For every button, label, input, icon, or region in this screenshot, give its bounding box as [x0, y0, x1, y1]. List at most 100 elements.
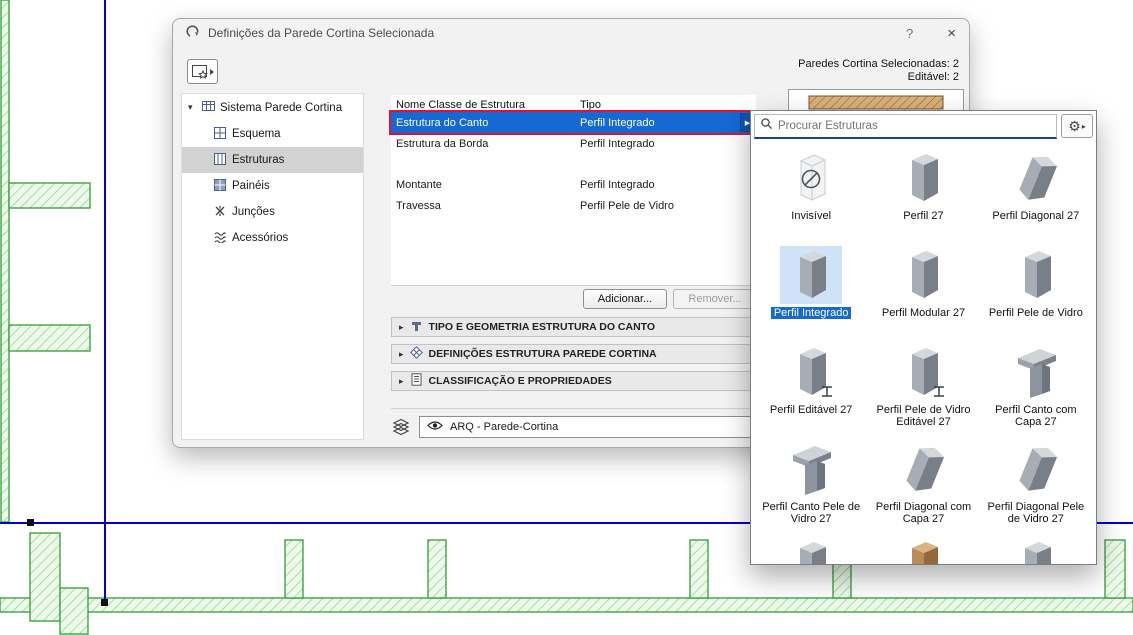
structure-option[interactable]: Perfil Canto com Capa 27 — [981, 339, 1091, 436]
tree-root-label: Sistema Parede Cortina — [220, 101, 343, 114]
structure-class-name: Estrutura do Canto — [396, 116, 489, 129]
structure-option[interactable]: Perfil Pele de Vidro Editável 27 — [868, 339, 978, 436]
structure-option-label: Perfil Canto Pele de Vidro 27 — [762, 501, 861, 525]
selection-info: Paredes Cortina Selecionadas: 2 Editável… — [798, 58, 959, 83]
structure-option[interactable]: Perfil 27 — [868, 145, 978, 242]
structure-type: Perfil Integrado — [580, 116, 655, 129]
structure-option-label: Perfil Integrado — [770, 307, 852, 319]
structure-option[interactable]: Perfil Diagonal com Capa 27 — [868, 436, 978, 533]
panels-icon — [214, 178, 226, 191]
settings-tree: ▾ Sistema Parede Cortina Esquema Estrutu… — [181, 93, 364, 440]
table-row[interactable]: Estrutura do Canto Perfil Integrado ▶ — [389, 110, 758, 135]
dialog-icon — [186, 24, 200, 42]
structure-option-label: Perfil Diagonal 27 — [992, 210, 1080, 222]
structure-type: Perfil Integrado — [580, 178, 655, 191]
classification-icon — [411, 373, 422, 386]
remove-button[interactable]: Remover... — [673, 289, 757, 309]
chevron-down-icon: ▾ — [188, 102, 193, 112]
gear-icon: ⚙ — [1068, 118, 1081, 134]
geometry-icon — [411, 322, 421, 331]
profile-icon — [912, 251, 939, 298]
editable-profile-icon — [800, 348, 833, 397]
search-icon — [760, 117, 773, 135]
structure-option[interactable]: Invisível — [756, 145, 866, 242]
column-header-type[interactable]: Tipo — [580, 99, 756, 111]
profile-icon — [800, 542, 827, 564]
structure-option[interactable]: Perfil Editável 27 — [756, 339, 866, 436]
table-row[interactable]: Montante Perfil Integrado ▶ — [391, 174, 756, 195]
structure-option-label: Perfil Pele de Vidro Editável 27 — [876, 404, 971, 428]
dialog-title: Definições da Parede Cortina Selecionada — [208, 26, 435, 40]
expand-arrow-icon: ▸ — [399, 375, 404, 386]
structure-option-label: Perfil Modular 27 — [881, 307, 966, 319]
structure-thumbnail — [780, 149, 842, 207]
picker-settings-button[interactable]: ⚙ ▸ — [1061, 114, 1093, 138]
structure-option-label: Perfil Diagonal Pele de Vidro 27 — [987, 501, 1085, 525]
structure-class-table: Nome Classe de Estrutura Tipo Estrutura … — [389, 95, 758, 286]
search-bar: ⚙ ▸ — [751, 111, 1096, 141]
structure-type: Perfil Integrado — [580, 137, 655, 150]
structure-option[interactable]: Perfil Pele de Vidro — [981, 242, 1091, 339]
tree-item-label: Painéis — [232, 180, 270, 192]
tree-item-esquema[interactable]: Esquema — [182, 121, 363, 147]
section-label: DEFINIÇÕES ESTRUTURA PAREDE CORTINA — [428, 348, 657, 360]
invisible-profile-icon — [799, 154, 827, 201]
expand-arrow-icon: ▸ — [399, 321, 404, 332]
tree-item-sistema-parede-cortina[interactable]: ▾ Sistema Parede Cortina — [182, 94, 363, 121]
gear-arrow-icon: ▸ — [1081, 121, 1086, 131]
profile-icon — [1024, 542, 1051, 564]
editable-count: Editável: 2 — [907, 70, 959, 83]
structure-option[interactable]: Perfil Canto Pele de Vidro 27 — [756, 436, 866, 533]
corner-profile-icon — [793, 446, 832, 495]
structure-class-name: Estrutura da Borda — [396, 137, 489, 150]
structure-option[interactable]: Perfil Diagonal Pele de Vidro 27 — [981, 436, 1091, 533]
structure-option-label: Perfil Editável 27 — [769, 404, 853, 416]
structure-thumbnail — [1005, 246, 1067, 304]
table-header: Nome Classe de Estrutura Tipo — [391, 95, 756, 112]
structure-thumbnail — [892, 149, 954, 207]
help-button[interactable]: ? — [906, 26, 913, 41]
junctions-icon — [215, 205, 225, 216]
tree-item-acessorios[interactable]: Acessórios — [182, 225, 363, 251]
section-label: TIPO E GEOMETRIA ESTRUTURA DO CANTO — [428, 321, 656, 333]
close-button[interactable]: × — [947, 25, 956, 42]
structure-thumbnail — [1005, 537, 1067, 564]
diagonal-profile-icon — [906, 447, 945, 491]
search-input[interactable] — [778, 119, 1051, 132]
structure-class-name: Montante — [396, 178, 442, 191]
structure-option[interactable]: Perfil Modular 27 — [868, 242, 978, 339]
structure-option-label: Perfil Canto com Capa 27 — [995, 404, 1077, 428]
structure-option[interactable]: Perfil Integrado — [756, 242, 866, 339]
system-icon — [202, 100, 215, 115]
tree-item-estruturas[interactable]: Estruturas — [182, 147, 363, 173]
structure-thumbnail — [780, 537, 842, 564]
structure-option[interactable] — [756, 533, 866, 564]
structure-option-label: Perfil Diagonal com Capa 27 — [875, 501, 972, 525]
structure-thumbnail — [892, 537, 954, 564]
layer-selector[interactable]: ARQ - Parede-Cortina — [419, 416, 760, 438]
eye-icon[interactable] — [427, 420, 443, 434]
tree-item-paineis[interactable]: Painéis — [182, 173, 363, 199]
tree-item-label: Estruturas — [232, 154, 285, 166]
column-header-name[interactable]: Nome Classe de Estrutura — [396, 99, 580, 111]
structure-option-label: Perfil Pele de Vidro — [988, 307, 1083, 319]
table-row[interactable]: Travessa Perfil Pele de Vidro ▶ — [391, 195, 756, 216]
search-field[interactable] — [754, 113, 1057, 139]
structure-thumbnail — [1005, 343, 1067, 401]
corner-profile-icon — [1017, 349, 1056, 398]
tree-item-label: Acessórios — [232, 232, 289, 244]
tree-item-juncoes[interactable]: Junções — [182, 199, 363, 225]
diagonal-profile-icon — [1019, 447, 1057, 491]
frames-icon — [214, 152, 226, 165]
editable-profile-icon — [912, 348, 945, 397]
structure-option[interactable] — [981, 533, 1091, 564]
favorites-button[interactable] — [187, 59, 218, 84]
diagonal-profile-icon — [1019, 156, 1057, 200]
structure-option[interactable] — [868, 533, 978, 564]
table-row[interactable]: Estrutura da Borda Perfil Integrado ▶ — [391, 133, 756, 154]
dialog-titlebar: Definições da Parede Cortina Selecionada… — [173, 19, 969, 47]
add-button[interactable]: Adicionar... — [583, 289, 667, 309]
structure-option[interactable]: Perfil Diagonal 27 — [981, 145, 1091, 242]
section-label: CLASSIFICAÇÃO E PROPRIEDADES — [428, 375, 612, 387]
structure-option-label: Invisível — [791, 210, 832, 222]
